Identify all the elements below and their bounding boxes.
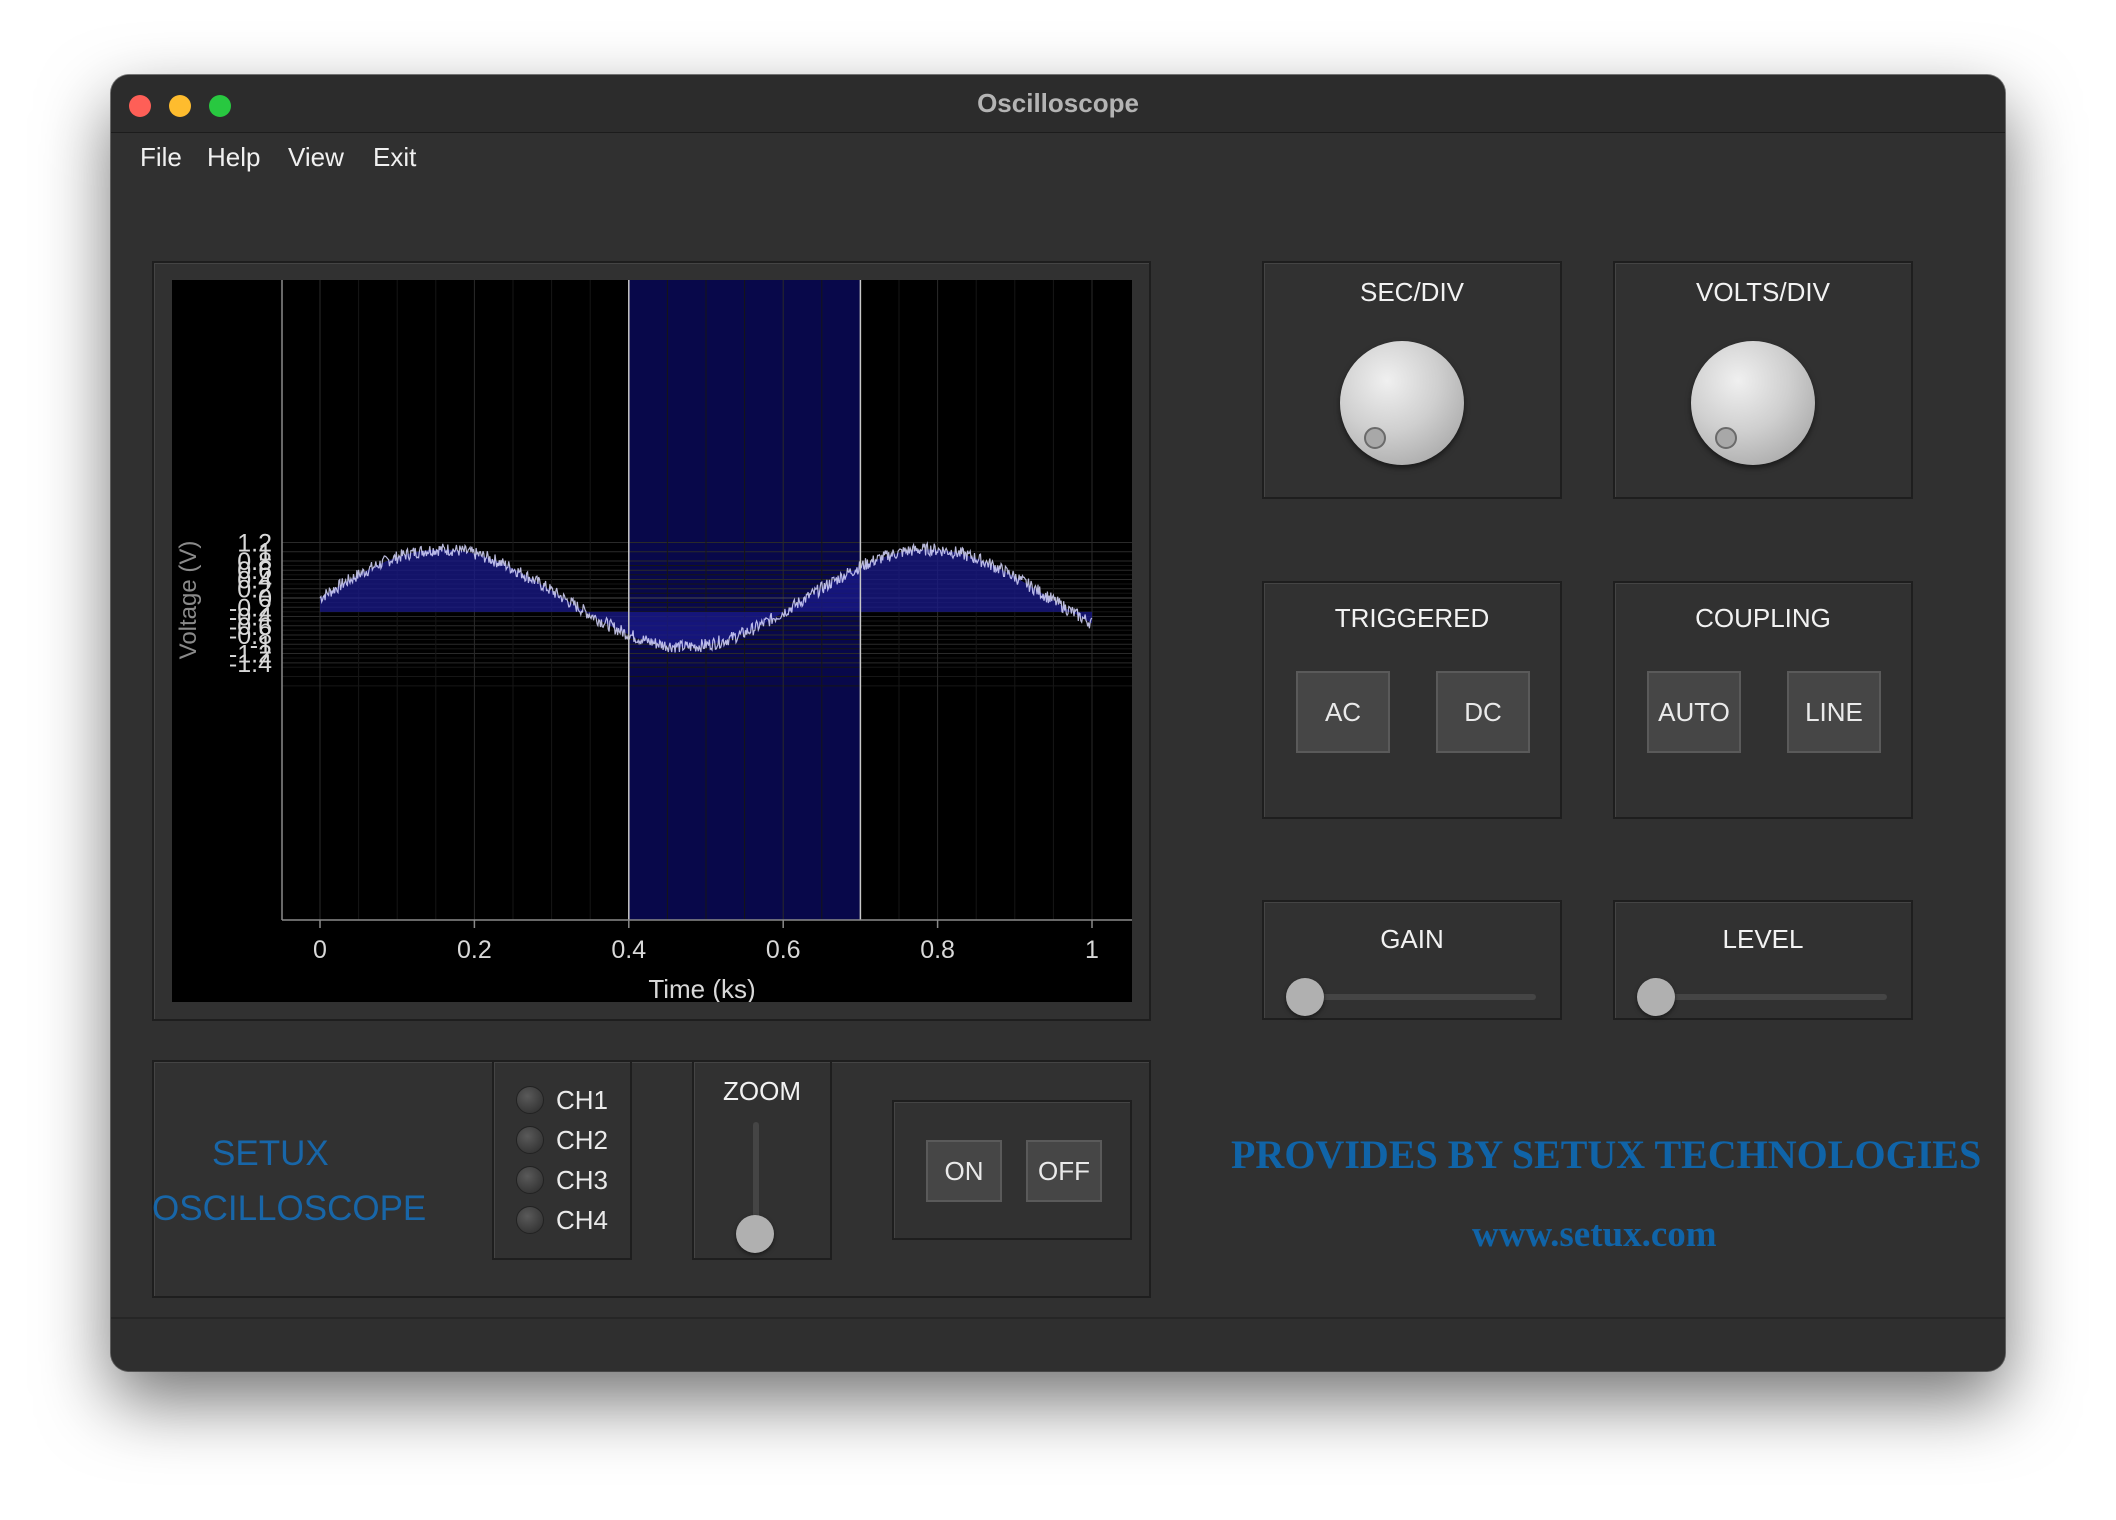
level-slider-track[interactable]: [1655, 994, 1887, 1000]
url-text: www.setux.com: [1472, 1214, 1717, 1255]
menu-bar: File Help View Exit: [111, 132, 2005, 182]
gain-panel: GAIN: [1262, 900, 1562, 1020]
volts-div-label: VOLTS/DIV: [1696, 277, 1830, 307]
power-panel: ON OFF: [892, 1100, 1132, 1240]
knob-indicator-icon: [1364, 427, 1386, 449]
radio-icon: [516, 1126, 544, 1154]
sec-div-knob[interactable]: [1340, 341, 1464, 465]
channel-panel: CH1 CH2 CH3 CH4: [492, 1060, 632, 1260]
x-tick-label: 0.8: [920, 936, 955, 964]
channel-2-radio[interactable]: CH2: [516, 1122, 608, 1158]
auto-button[interactable]: AUTO: [1647, 671, 1741, 753]
zoom-panel: ZOOM: [692, 1060, 832, 1260]
coupling-panel: COUPLING AUTO LINE: [1613, 581, 1913, 819]
gain-label: GAIN: [1380, 924, 1444, 954]
coupling-label: COUPLING: [1695, 603, 1831, 633]
radio-icon: [516, 1166, 544, 1194]
sec-div-panel: SEC/DIV: [1262, 261, 1562, 499]
channel-1-radio[interactable]: CH1: [516, 1082, 608, 1118]
y-tick-label: -1.4: [229, 650, 272, 678]
radio-icon: [516, 1086, 544, 1114]
level-slider-handle[interactable]: [1637, 978, 1675, 1016]
knob-indicator-icon: [1715, 427, 1737, 449]
channel-4-radio[interactable]: CH4: [516, 1202, 608, 1238]
waveform-chart: 1.210.80.60.40.20-0.2-0.4-0.6-0.8-1-1.2-…: [175, 280, 1132, 1002]
dc-button[interactable]: DC: [1436, 671, 1530, 753]
off-button[interactable]: OFF: [1026, 1140, 1102, 1202]
menu-exit[interactable]: Exit: [373, 142, 416, 173]
channel-3-radio[interactable]: CH3: [516, 1162, 608, 1198]
x-tick-label: 0.2: [457, 936, 492, 964]
window-title: Oscilloscope: [977, 88, 1139, 118]
menu-file[interactable]: File: [140, 142, 182, 173]
x-tick-label: 0: [313, 936, 327, 964]
channel-label: CH4: [556, 1204, 609, 1235]
x-axis-title: Time (ks): [648, 974, 755, 1002]
on-button[interactable]: ON: [926, 1140, 1002, 1202]
waveform-plot: 1.2 1 0.8 0.6 0.4 0.2 0 -0.2 -0.4 -0.6 -0.8 -1 -1.2-…: [172, 280, 1132, 1002]
level-panel: LEVEL: [1613, 900, 1913, 1020]
volts-div-knob[interactable]: [1691, 341, 1815, 465]
ac-button[interactable]: AC: [1296, 671, 1390, 753]
brand-line-1: SETUX: [212, 1134, 329, 1173]
radio-icon: [516, 1206, 544, 1234]
menu-view[interactable]: View: [288, 142, 344, 173]
status-bar: [111, 1317, 2005, 1371]
channel-label: CH3: [556, 1164, 609, 1195]
channel-label: CH1: [556, 1084, 609, 1115]
provides-text: PROVIDES BY SETUX TECHNOLOGIES: [1231, 1132, 1982, 1177]
zoom-slider-handle[interactable]: [736, 1215, 774, 1253]
x-tick-label: 0.4: [611, 936, 646, 964]
triggered-label: TRIGGERED: [1334, 603, 1490, 633]
x-tick-label: 0.6: [766, 936, 801, 964]
channel-label: CH2: [556, 1124, 609, 1155]
triggered-panel: TRIGGERED AC DC: [1262, 581, 1562, 819]
brand-line-2: OSCILLOSCOPE: [152, 1189, 427, 1228]
gain-slider-handle[interactable]: [1286, 978, 1324, 1016]
zoom-label: ZOOM: [723, 1076, 801, 1106]
sec-div-label: SEC/DIV: [1359, 277, 1465, 307]
x-tick-label: 1: [1085, 936, 1099, 964]
line-button[interactable]: LINE: [1787, 671, 1881, 753]
title-bar: Oscilloscope: [111, 75, 2005, 133]
level-label: LEVEL: [1722, 924, 1804, 954]
menu-help[interactable]: Help: [207, 142, 260, 173]
gain-slider-track[interactable]: [1304, 994, 1536, 1000]
volts-div-panel: VOLTS/DIV: [1613, 261, 1913, 499]
y-axis-title: Voltage (V): [175, 541, 202, 660]
